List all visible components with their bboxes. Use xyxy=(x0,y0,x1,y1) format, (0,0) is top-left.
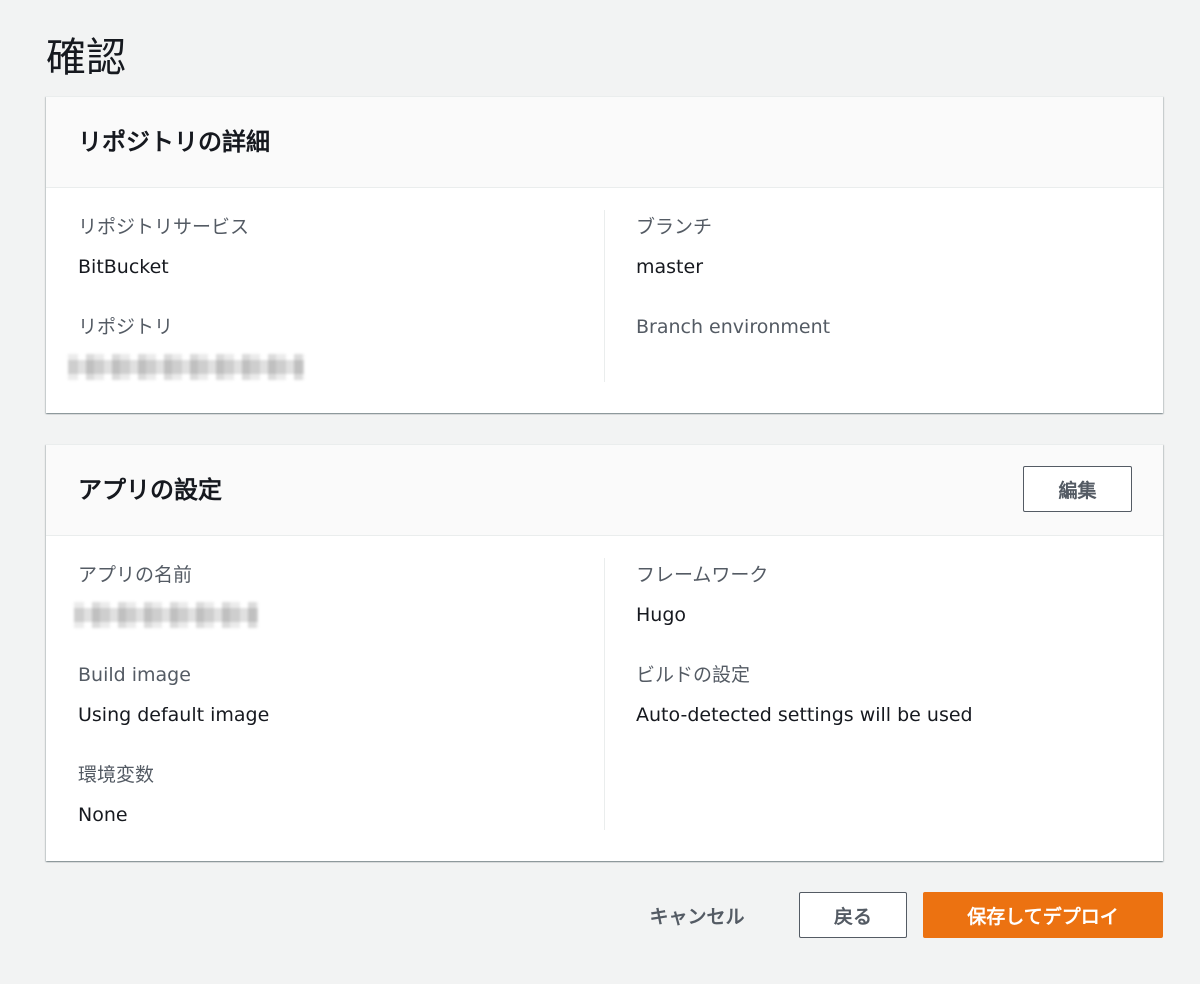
app-settings-title: アプリの設定 xyxy=(78,476,222,504)
save-and-deploy-button[interactable]: 保存してデプロイ xyxy=(923,892,1163,938)
app-settings-header: アプリの設定 編集 xyxy=(46,445,1163,536)
branch-environment-label: Branch environment xyxy=(636,316,831,338)
app-name-value-redacted xyxy=(74,602,258,628)
app-name-field: アプリの名前 xyxy=(74,562,258,628)
build-image-label: Build image xyxy=(78,664,191,686)
framework-field: フレームワーク Hugo xyxy=(636,562,768,628)
environment-variables-value: None xyxy=(78,804,128,826)
repository-details-card: リポジトリの詳細 リポジトリサービス BitBucket リポジトリ ブランチ … xyxy=(46,96,1163,413)
repository-label: リポジトリ xyxy=(78,316,174,338)
edit-button[interactable]: 編集 xyxy=(1023,466,1132,512)
branch-environment-field: Branch environment xyxy=(636,314,830,340)
repository-service-label: リポジトリサービス xyxy=(78,216,250,238)
branch-field: ブランチ master xyxy=(636,214,712,280)
repository-details-title: リポジトリの詳細 xyxy=(78,128,270,156)
column-divider xyxy=(604,558,605,830)
app-settings-card: アプリの設定 編集 アプリの名前 Build image Using defau… xyxy=(46,444,1163,861)
repository-details-header: リポジトリの詳細 xyxy=(46,97,1163,188)
column-divider xyxy=(604,210,605,382)
repository-field: リポジトリ xyxy=(68,314,304,380)
environment-variables-label: 環境変数 xyxy=(78,764,155,786)
framework-value: Hugo xyxy=(636,604,687,626)
build-settings-value: Auto-detected settings will be used xyxy=(636,704,973,726)
branch-label: ブランチ xyxy=(636,216,713,238)
app-name-label: アプリの名前 xyxy=(78,564,193,586)
back-button[interactable]: 戻る xyxy=(799,892,907,938)
repository-service-field: リポジトリサービス BitBucket xyxy=(78,214,249,280)
build-settings-field: ビルドの設定 Auto-detected settings will be us… xyxy=(636,662,973,728)
environment-variables-field: 環境変数 None xyxy=(78,762,154,828)
framework-label: フレームワーク xyxy=(636,564,769,586)
build-image-value: Using default image xyxy=(78,704,270,726)
build-image-field: Build image Using default image xyxy=(78,662,269,728)
build-settings-label: ビルドの設定 xyxy=(636,664,751,686)
repository-value-redacted xyxy=(68,354,304,380)
cancel-button[interactable]: キャンセル xyxy=(630,892,764,938)
branch-value: master xyxy=(636,256,704,278)
repository-service-value: BitBucket xyxy=(78,256,169,278)
page-title: 確認 xyxy=(46,35,126,81)
